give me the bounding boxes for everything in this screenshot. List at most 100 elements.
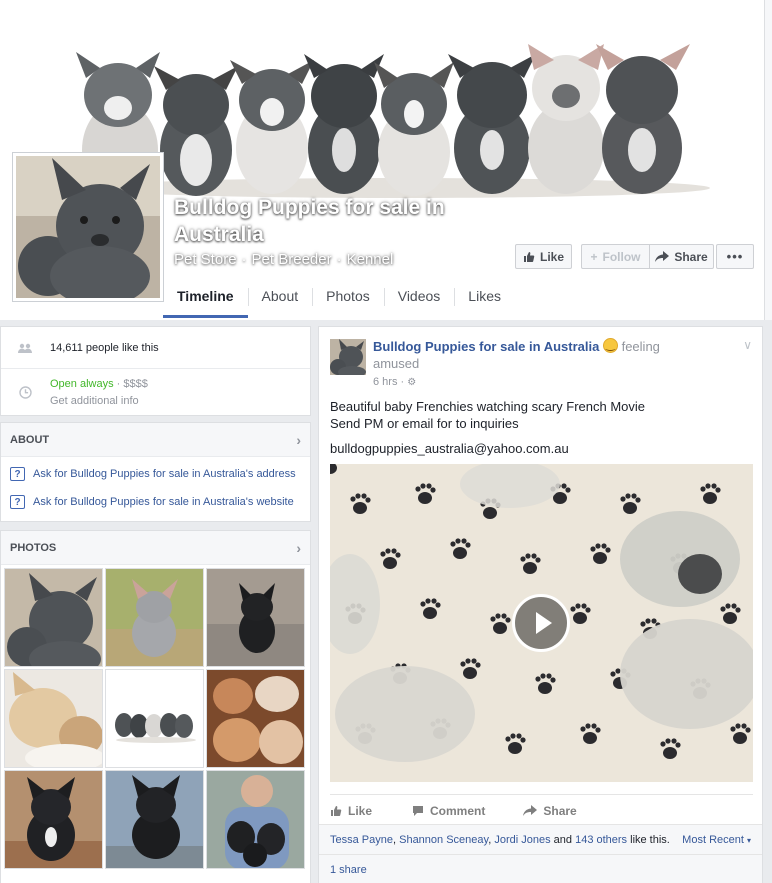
post-comment-button[interactable]: Comment [412,804,485,818]
profile-picture[interactable] [12,152,164,302]
feeling-value[interactable]: amused [373,355,733,372]
ask-address-label: Ask for Bulldog Puppies for sale in Aust… [33,468,296,480]
likers-others-link[interactable]: 143 others [575,834,627,846]
photo-thumbnail[interactable] [206,770,305,869]
play-button-icon[interactable] [512,594,570,652]
additional-info-link[interactable]: Get additional info [50,395,148,407]
chevron-right-icon: › [296,539,301,556]
comment-sort-dropdown[interactable]: Most Recent ▾ [682,834,751,846]
smiley-icon [602,337,618,354]
page-categories: Pet Store · Pet Breeder · Kennel [174,251,394,268]
comment-icon [413,806,424,816]
post-author-name[interactable]: Bulldog Puppies for sale in Australia [373,339,599,354]
price-range: $$$$ [123,377,148,390]
about-heading: ABOUT [10,433,50,446]
post-timestamp[interactable]: 6 hrs [373,376,397,388]
chevron-right-icon: › [296,431,301,448]
price-sep: · [113,377,124,390]
meta-sep: · [397,376,408,388]
open-status: Open always [50,377,114,390]
tab-photos[interactable]: Photos [312,280,384,318]
ask-website-label: Ask for Bulldog Puppies for sale in Aust… [33,496,294,508]
photo-thumbnail[interactable] [105,669,204,768]
post-options-chevron-icon[interactable]: ∨ [743,338,752,352]
likers-suffix: like this. [630,833,670,846]
globe-icon: ⚙ [407,377,417,388]
like-page-button[interactable]: Like [515,244,572,269]
photo-thumbnail[interactable] [4,669,103,768]
photos-header[interactable]: PHOTOS › [1,531,310,565]
thumbs-up-icon [331,805,342,816]
likers-and: and [553,833,573,846]
about-header[interactable]: ABOUT › [1,423,310,457]
likers-text: Tessa Payne, Shannon Sceneay, Jordi Jone… [330,833,670,846]
tab-about[interactable]: About [247,280,313,318]
ask-address-link[interactable]: ? Ask for Bulldog Puppies for sale in Au… [1,460,310,488]
more-options-button[interactable]: ••• [716,244,754,269]
post-meta: 6 hrs · ⚙ [373,374,733,391]
caret-down-icon: ▾ [746,835,751,845]
liker-name[interactable]: Tessa Payne [330,834,393,846]
photo-thumbnail[interactable] [206,568,305,667]
ellipsis-icon: ••• [726,249,744,264]
plus-icon: + [590,249,598,264]
photo-thumbnail[interactable] [206,669,305,768]
tab-videos[interactable]: Videos [383,280,455,318]
timeline-post: Bulldog Puppies for sale in Australia fe… [318,326,763,883]
follow-label: Follow [602,249,641,264]
photo-thumbnail[interactable] [105,770,204,869]
likes-count-text: 14,611 people like this [50,341,159,354]
clock-icon [10,385,40,399]
hours-row: Open always · $$$$ Get additional info [1,369,310,415]
page-stats-card: 14,611 people like this Open always · $$… [0,326,311,416]
photos-heading: PHOTOS [10,541,57,554]
like-page-label: Like [539,249,564,264]
share-arrow-icon [655,251,670,262]
photo-thumbnail[interactable] [105,568,204,667]
post-like-button[interactable]: Like [330,804,372,818]
page-tabs: Timeline About Photos Videos Likes [163,280,515,320]
post-share-button[interactable]: Share [523,803,577,818]
category-link[interactable]: Kennel [347,251,394,268]
liker-name[interactable]: Shannon Sceneay [399,834,488,846]
post-share-label: Share [543,803,577,818]
post-line: Send PM or email for to inquiries [330,416,519,431]
post-email: bulldogpuppies_australia@yahoo.com.au [330,441,569,456]
category-link[interactable]: Pet Breeder [252,251,332,268]
shares-count-link[interactable]: 1 share [330,864,367,876]
feeling-label: feeling [621,339,660,354]
tab-timeline[interactable]: Timeline [163,280,248,318]
shares-bar: 1 share [319,854,762,883]
post-author-avatar[interactable] [330,339,366,375]
reactions-bar: Tessa Payne, Shannon Sceneay, Jordi Jone… [319,824,762,854]
page-title[interactable]: Bulldog Puppies for sale in Australia [174,194,494,248]
category-link[interactable]: Pet Store [174,251,237,268]
share-page-label: Share [674,249,708,264]
likes-row[interactable]: 14,611 people like this [1,327,310,369]
share-arrow-icon [523,805,538,816]
liker-name[interactable]: Jordi Jones [494,834,550,846]
thumbs-up-icon [523,251,535,262]
question-box-icon: ? [10,467,25,481]
scrollbar-gutter[interactable] [764,0,772,320]
post-actions: Like Comment Share [330,794,753,824]
people-icon [10,343,40,353]
photo-thumbnail[interactable] [4,568,103,667]
photo-grid [4,568,307,869]
post-comment-label: Comment [430,803,486,818]
photos-card: PHOTOS › [0,530,311,883]
follow-button[interactable]: + Follow [581,244,650,269]
photo-thumbnail[interactable] [4,770,103,869]
post-header: Bulldog Puppies for sale in Australia fe… [373,337,733,391]
about-card: ABOUT › ? Ask for Bulldog Puppies for sa… [0,422,311,522]
question-box-icon: ? [10,495,25,509]
post-line: Beautiful baby Frenchies watching scary … [330,399,646,414]
post-video[interactable] [330,464,753,782]
share-page-button[interactable]: Share [649,244,714,269]
tab-likes[interactable]: Likes [454,280,515,318]
ask-website-link[interactable]: ? Ask for Bulldog Puppies for sale in Au… [1,488,310,516]
post-text: Beautiful baby Frenchies watching scary … [330,398,645,457]
post-like-label: Like [348,803,373,818]
page-header: Bulldog Puppies for sale in Australia Pe… [0,0,772,320]
sort-label: Most Recent [682,833,744,846]
